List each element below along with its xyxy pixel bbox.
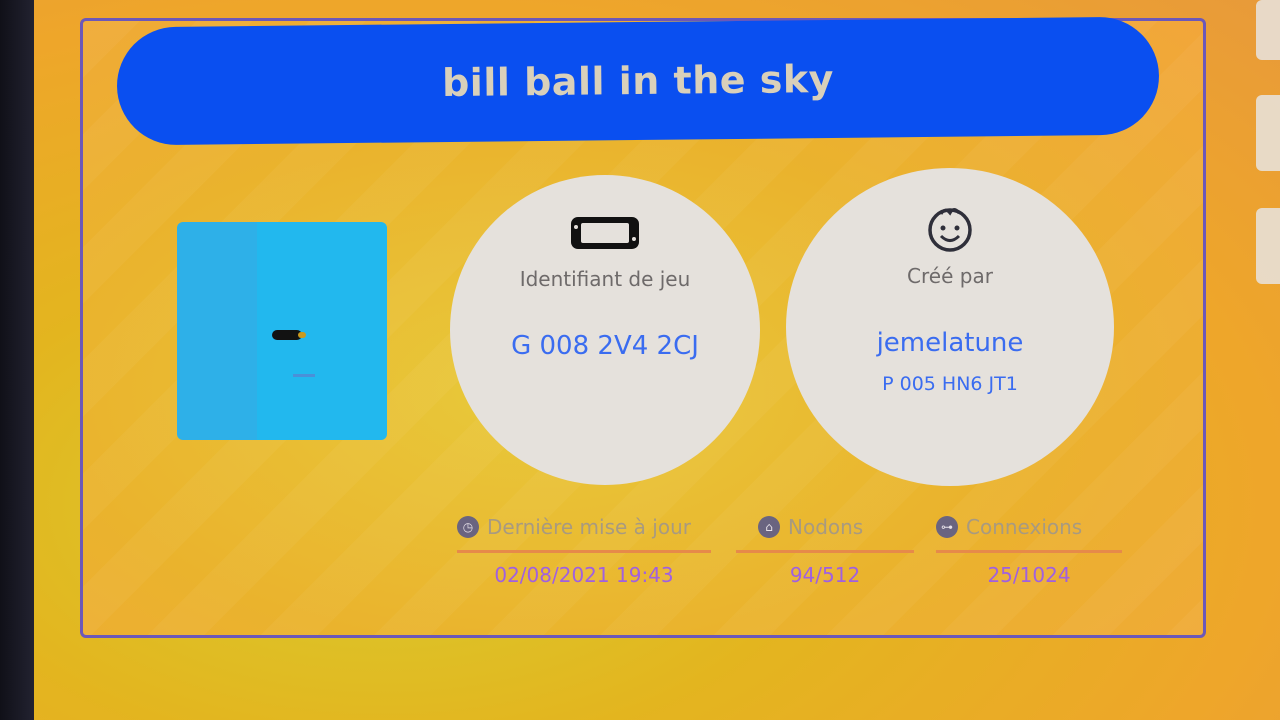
creator-code: P 005 HN6 JT1 xyxy=(882,373,1018,395)
creator-name: jemelatune xyxy=(876,328,1024,358)
stat-divider xyxy=(936,550,1122,553)
thumbnail-platform xyxy=(293,374,315,377)
level-title-bar: bill ball in the sky xyxy=(116,16,1160,146)
device-bezel xyxy=(0,0,34,720)
game-id-label: Identifiant de jeu xyxy=(519,267,691,291)
stat-divider xyxy=(457,550,711,553)
clock-icon: ◷ xyxy=(457,516,479,538)
level-title: bill ball in the sky xyxy=(441,56,835,106)
creator-panel[interactable]: Créé par jemelatune P 005 HN6 JT1 xyxy=(786,168,1114,486)
side-tab-1[interactable] xyxy=(1256,0,1280,60)
stat-label: Connexions xyxy=(966,515,1083,539)
nodon-icon: ⌂ xyxy=(758,516,780,538)
game-id-value: G 008 2V4 2CJ xyxy=(511,331,699,361)
screen: bill ball in the sky Identifiant de jeu … xyxy=(0,0,1280,720)
game-id-panel: Identifiant de jeu G 008 2V4 2CJ xyxy=(450,175,760,485)
stat-divider xyxy=(736,550,914,553)
connection-icon: ⊶ xyxy=(936,516,958,538)
thumbnail-bill-sprite xyxy=(272,330,306,340)
side-tab-3[interactable] xyxy=(1256,208,1280,284)
side-tab-2[interactable] xyxy=(1256,95,1280,171)
smiley-face-icon xyxy=(923,206,977,256)
stat-connections: ⊶ Connexions 25/1024 xyxy=(936,512,1122,587)
stat-value: 94/512 xyxy=(789,563,861,587)
stat-value: 25/1024 xyxy=(987,563,1071,587)
stat-label: Dernière mise à jour xyxy=(487,515,691,539)
console-icon xyxy=(569,215,641,255)
stat-last-update: ◷ Dernière mise à jour 02/08/2021 19:43 xyxy=(457,512,711,587)
creator-label: Créé par xyxy=(907,264,993,288)
stat-label: Nodons xyxy=(788,515,864,539)
stat-value: 02/08/2021 19:43 xyxy=(494,563,674,587)
stat-nodons: ⌂ Nodons 94/512 xyxy=(736,512,914,587)
level-thumbnail[interactable] xyxy=(177,222,387,440)
